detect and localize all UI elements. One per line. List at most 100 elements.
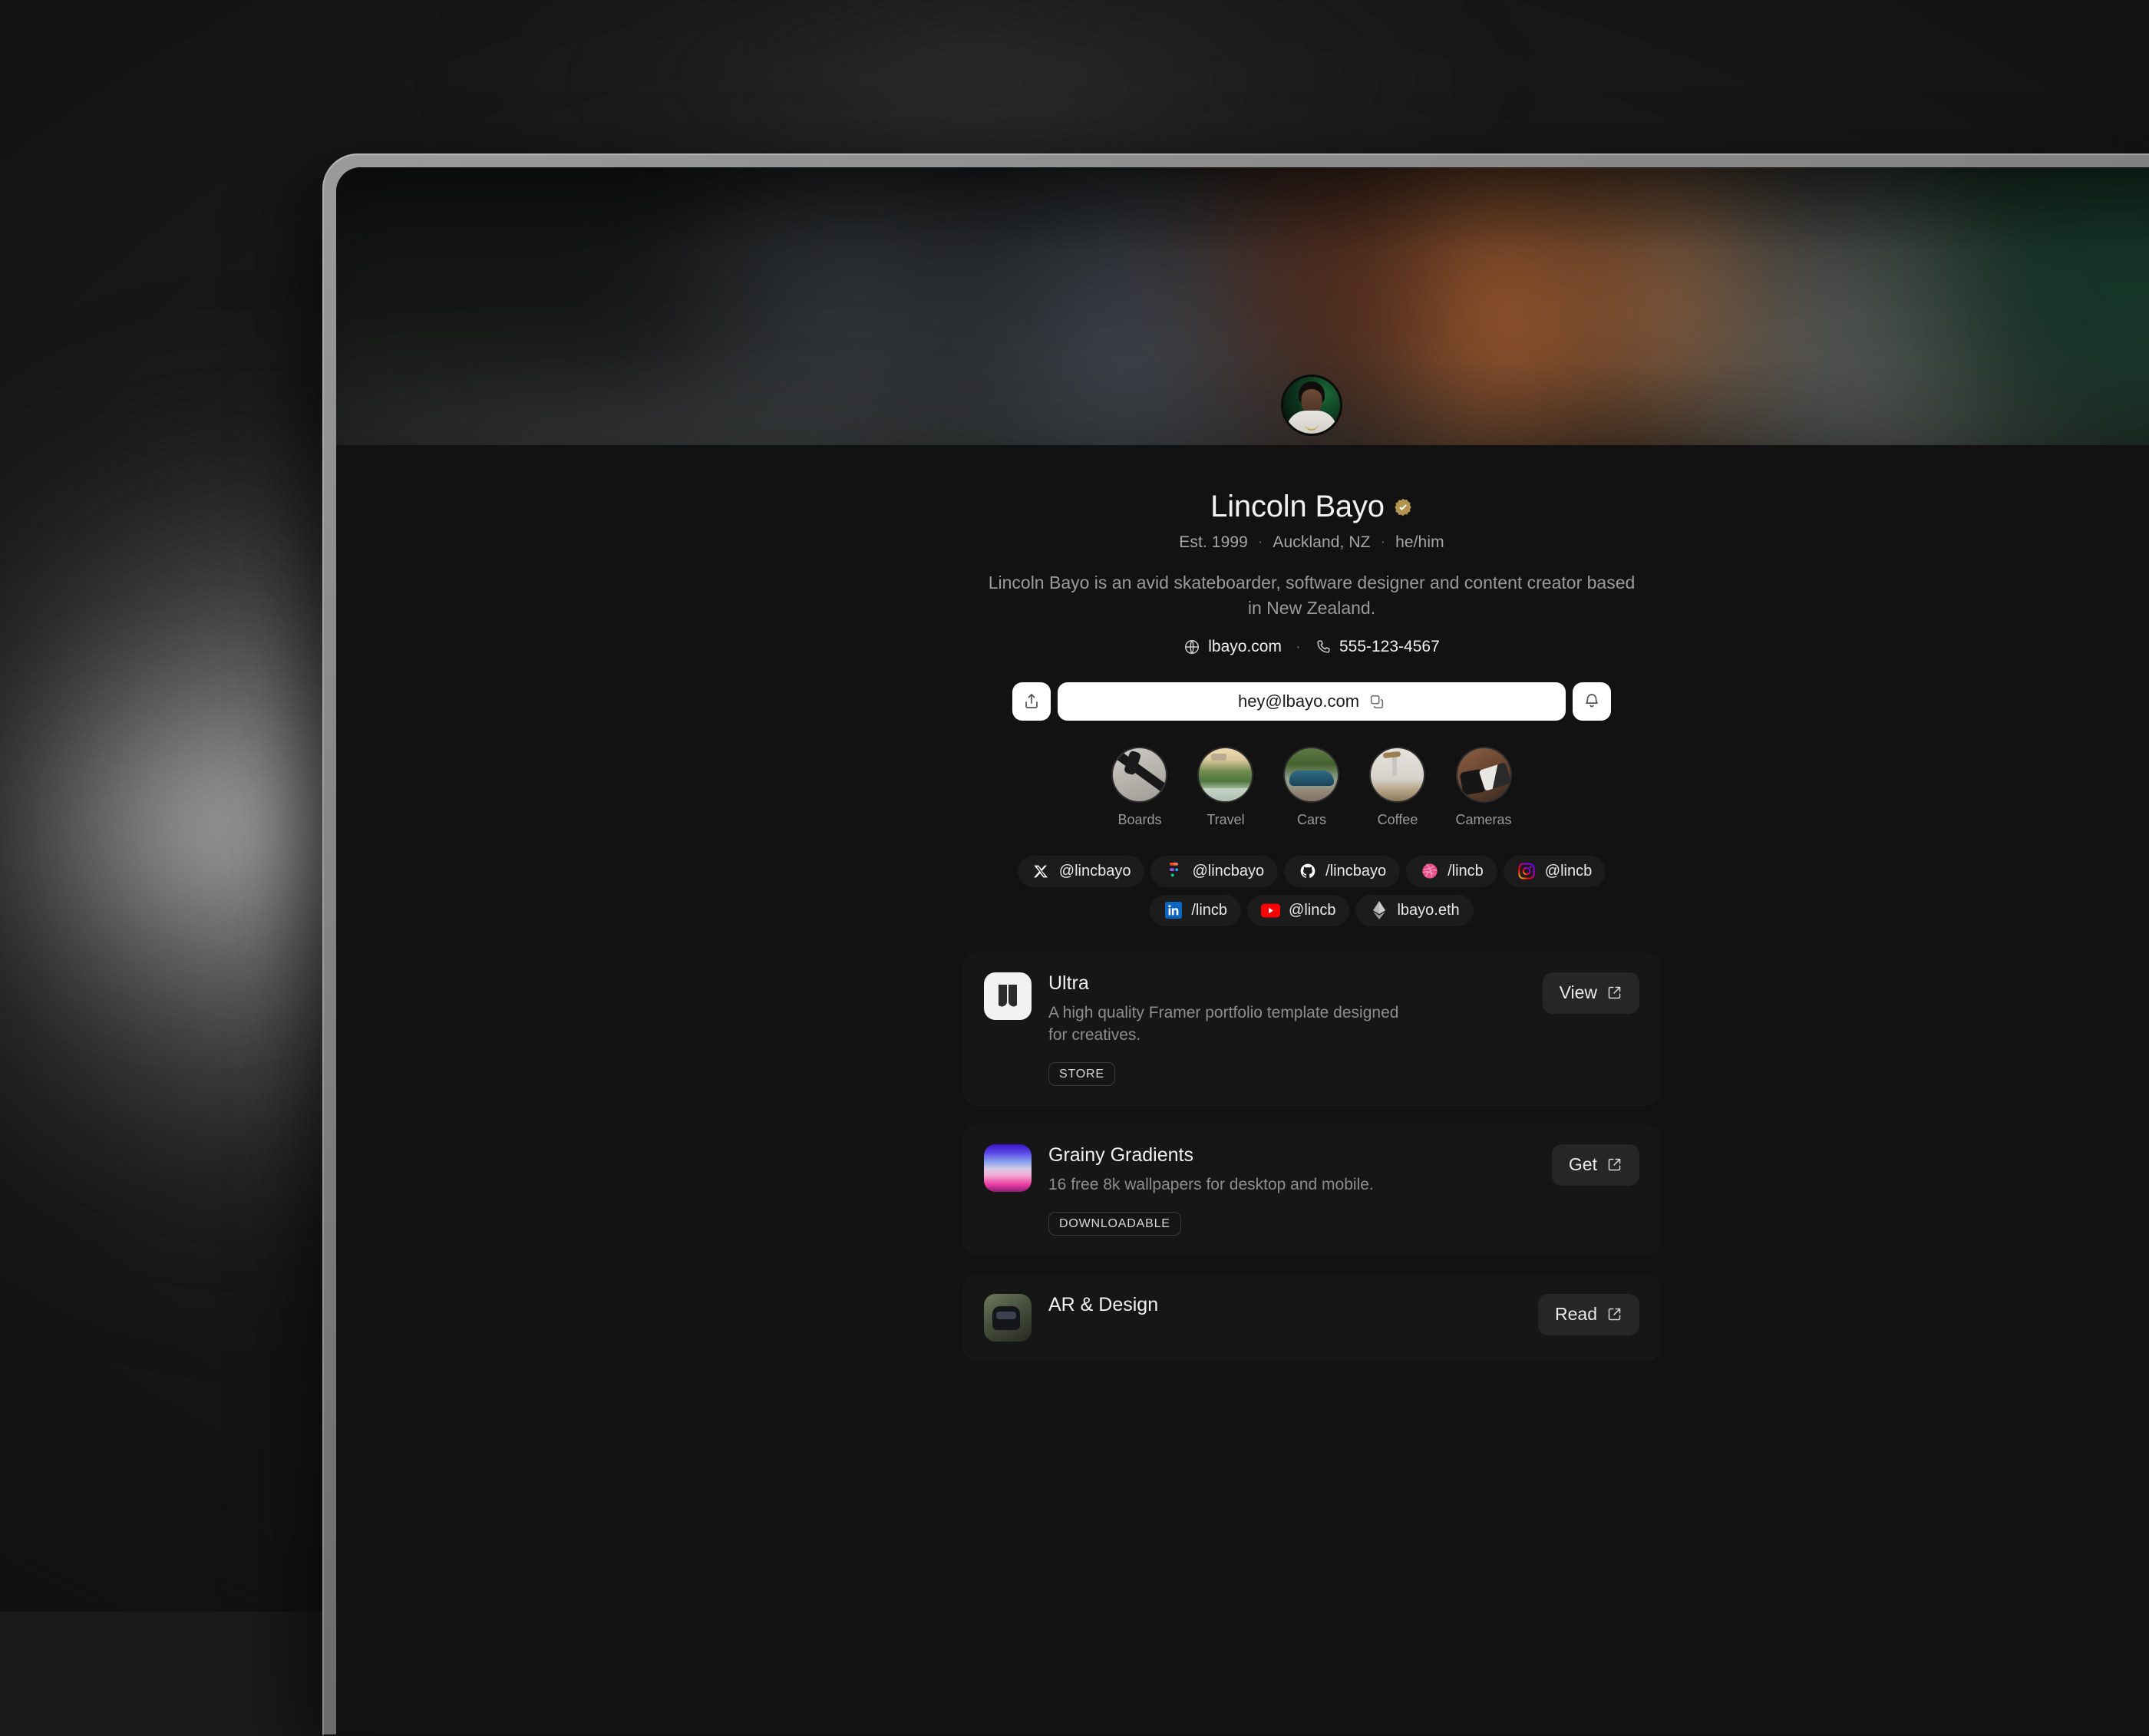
phone-link[interactable]: 555-123-4567 xyxy=(1315,638,1440,656)
profile-contact-row: lbayo.com · 555-123-4567 xyxy=(1183,638,1440,656)
story-item-coffee[interactable]: Coffee xyxy=(1369,747,1425,828)
social-handle: lbayo.eth xyxy=(1397,902,1459,919)
link-card-ar-design[interactable]: AR & Design Read xyxy=(962,1274,1661,1361)
get-button[interactable]: Get xyxy=(1552,1144,1639,1186)
page-title: Lincoln Bayo xyxy=(1210,490,1385,524)
bell-icon xyxy=(1583,692,1601,711)
story-highlights: Boards Travel Cars xyxy=(1111,747,1511,828)
story-ring xyxy=(1369,747,1425,803)
story-ring xyxy=(1456,747,1512,803)
external-link-icon xyxy=(1606,1306,1622,1322)
get-button-label: Get xyxy=(1569,1154,1597,1175)
link-card-body: AR & Design xyxy=(1048,1294,1521,1324)
avatar-image xyxy=(1283,377,1340,434)
profile-page: Lincoln Bayo Est. 1999 · Auckland, NZ · … xyxy=(336,445,2149,1734)
classic-car-photo xyxy=(1285,748,1338,801)
email-copy-button[interactable]: hey@lbayo.com xyxy=(1058,682,1566,721)
globe-icon xyxy=(1183,639,1200,655)
meta-separator-1: · xyxy=(1258,534,1263,551)
website-label: lbayo.com xyxy=(1208,638,1282,656)
website-link[interactable]: lbayo.com xyxy=(1183,638,1282,656)
profile-name-row: Lincoln Bayo xyxy=(1210,490,1413,524)
link-card-grainy-gradients[interactable]: Grainy Gradients 16 free 8k wallpapers f… xyxy=(962,1124,1661,1256)
story-item-cars[interactable]: Cars xyxy=(1283,747,1339,828)
github-icon xyxy=(1298,862,1317,881)
subscribe-button[interactable] xyxy=(1573,682,1611,721)
view-button[interactable]: View xyxy=(1543,972,1639,1014)
profile-meta: Est. 1999 · Auckland, NZ · he/him xyxy=(1179,533,1444,552)
link-card-title: Ultra xyxy=(1048,972,1526,995)
landscape-photo xyxy=(1199,748,1252,801)
story-label: Cars xyxy=(1297,812,1326,828)
link-cards: Ultra A high quality Framer portfolio te… xyxy=(962,952,1661,1408)
social-links: @lincbayo xyxy=(974,856,1649,926)
ethereum-icon xyxy=(1369,901,1388,920)
device-screen: Lincoln Bayo Est. 1999 · Auckland, NZ · … xyxy=(336,167,2149,1734)
story-item-cameras[interactable]: Cameras xyxy=(1455,747,1511,828)
status-badge: STORE xyxy=(1048,1062,1115,1086)
status-badge: DOWNLOADABLE xyxy=(1048,1212,1181,1236)
gradient-swatch xyxy=(984,1144,1032,1192)
share-button[interactable] xyxy=(1012,682,1051,721)
figma-icon xyxy=(1164,862,1183,881)
story-ring xyxy=(1283,747,1339,803)
link-card-description: A high quality Framer portfolio template… xyxy=(1048,1002,1409,1047)
story-label: Coffee xyxy=(1378,812,1418,828)
story-ring xyxy=(1111,747,1167,803)
ar-headset-photo xyxy=(984,1294,1032,1342)
meta-separator-2: · xyxy=(1381,534,1385,551)
profile-action-bar: hey@lbayo.com xyxy=(1012,682,1611,721)
email-label: hey@lbayo.com xyxy=(1238,691,1359,711)
story-ring xyxy=(1197,747,1253,803)
social-link-dribbble[interactable]: /lincb xyxy=(1406,856,1497,887)
link-card-ultra[interactable]: Ultra A high quality Framer portfolio te… xyxy=(962,952,1661,1106)
link-card-body: Ultra A high quality Framer portfolio te… xyxy=(1048,972,1526,1086)
verified-icon xyxy=(1393,497,1413,517)
pourover-coffee-photo xyxy=(1371,748,1424,801)
youtube-icon xyxy=(1261,901,1280,920)
view-button-label: View xyxy=(1560,982,1597,1003)
meta-established: Est. 1999 xyxy=(1179,533,1248,552)
phone-label: 555-123-4567 xyxy=(1339,638,1440,656)
social-handle: /lincb xyxy=(1448,863,1484,880)
link-card-title: Grainy Gradients xyxy=(1048,1144,1535,1167)
social-link-x[interactable]: @lincbayo xyxy=(1018,856,1145,887)
external-link-icon xyxy=(1606,1157,1622,1173)
social-link-github[interactable]: /lincbayo xyxy=(1284,856,1400,887)
story-label: Travel xyxy=(1207,812,1244,828)
social-handle: /lincb xyxy=(1191,902,1227,919)
story-item-travel[interactable]: Travel xyxy=(1197,747,1253,828)
skateboard-photo xyxy=(1113,748,1166,801)
story-label: Boards xyxy=(1117,812,1161,828)
social-handle: @lincb xyxy=(1289,902,1335,919)
social-handle: /lincbayo xyxy=(1325,863,1386,880)
copy-icon xyxy=(1368,693,1385,710)
read-button-label: Read xyxy=(1555,1304,1597,1325)
profile-content: Lincoln Bayo Est. 1999 · Auckland, NZ · … xyxy=(336,445,2149,1408)
meta-pronouns: he/him xyxy=(1395,533,1444,552)
avatar[interactable] xyxy=(1281,375,1342,436)
social-handle: @lincbayo xyxy=(1192,863,1264,880)
profile-bio: Lincoln Bayo is an avid skateboarder, so… xyxy=(982,570,1642,621)
ultra-logo xyxy=(984,972,1032,1020)
social-link-ethereum[interactable]: lbayo.eth xyxy=(1355,895,1473,926)
social-handle: @lincbayo xyxy=(1059,863,1131,880)
social-link-instagram[interactable]: @lincb xyxy=(1504,856,1606,887)
social-link-youtube[interactable]: @lincb xyxy=(1247,895,1349,926)
social-link-linkedin[interactable]: /lincb xyxy=(1150,895,1241,926)
profile-banner-image xyxy=(336,167,2149,445)
instagram-icon xyxy=(1517,862,1537,881)
link-card-description: 16 free 8k wallpapers for desktop and mo… xyxy=(1048,1174,1409,1196)
contact-separator: · xyxy=(1296,638,1301,656)
external-link-icon xyxy=(1606,985,1622,1001)
camera-gear-photo xyxy=(1457,748,1510,801)
social-handle: @lincb xyxy=(1545,863,1592,880)
meta-location: Auckland, NZ xyxy=(1273,533,1370,552)
story-label: Cameras xyxy=(1455,812,1511,828)
linkedin-icon xyxy=(1164,901,1183,920)
dribbble-icon xyxy=(1420,862,1439,881)
read-button[interactable]: Read xyxy=(1538,1294,1639,1335)
social-link-figma[interactable]: @lincbayo xyxy=(1150,856,1278,887)
story-item-boards[interactable]: Boards xyxy=(1111,747,1167,828)
share-icon xyxy=(1022,692,1041,711)
